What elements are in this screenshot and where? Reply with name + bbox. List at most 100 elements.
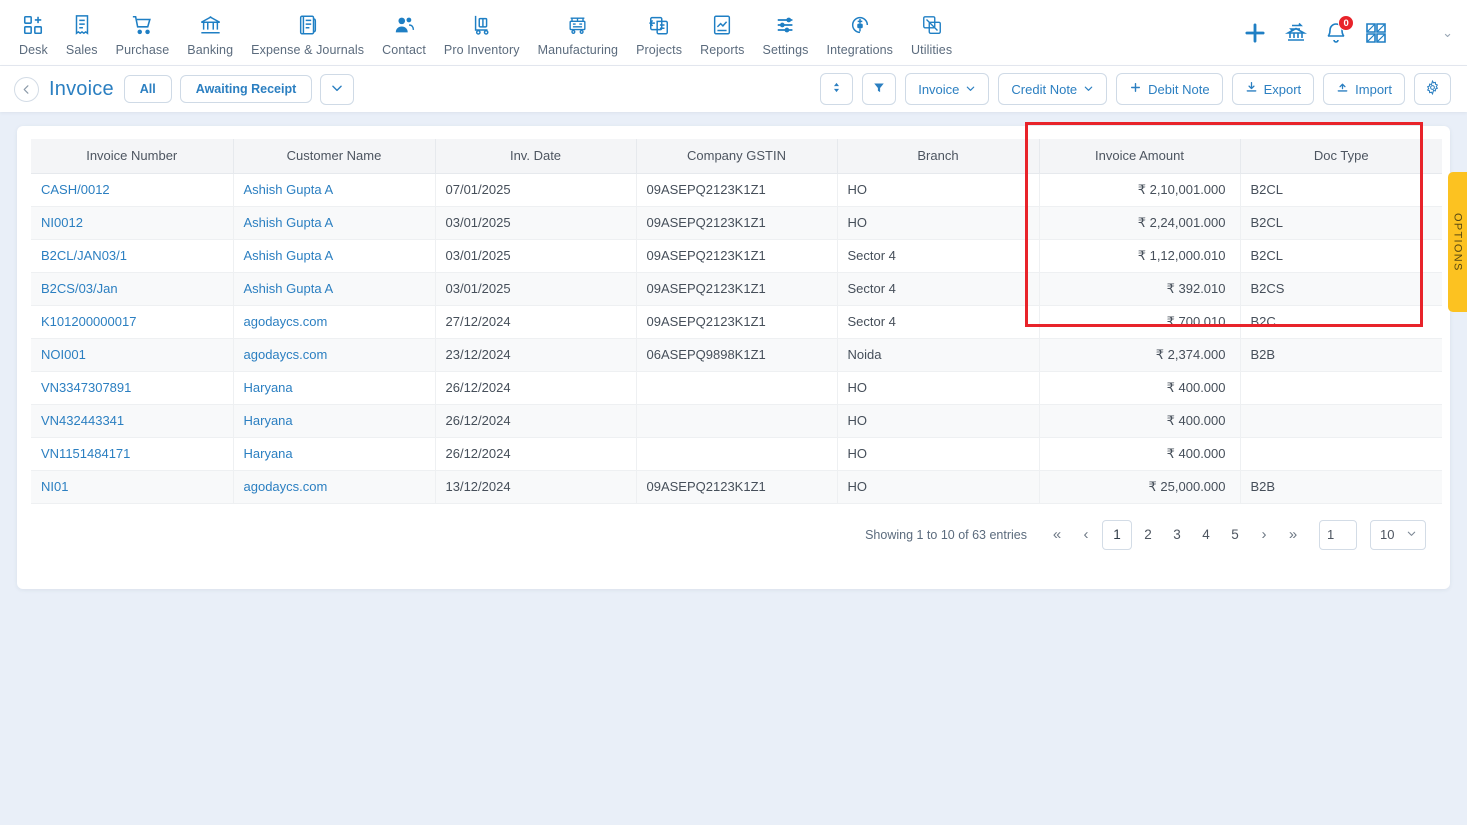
- table-row[interactable]: B2CS/03/Jan Ashish Gupta A 03/01/2025 09ASE…: [31, 272, 1442, 306]
- nav-module-integrations[interactable]: Integrations: [818, 8, 903, 57]
- column-header-invoice-number[interactable]: Invoice Number: [31, 139, 234, 174]
- cell-link[interactable]: CASH/0012: [41, 182, 110, 197]
- nav-module-expense-journals[interactable]: Expense & Journals: [242, 8, 373, 57]
- options-side-tab[interactable]: OPTIONS: [1448, 172, 1467, 312]
- table-row[interactable]: NI01 agodaycs.com 13/12/2024 09ASEPQ2123K1Z…: [31, 470, 1442, 504]
- customer-name-cell[interactable]: Haryana: [233, 371, 436, 405]
- column-header-doc-type[interactable]: Doc Type: [1240, 139, 1442, 174]
- cell-link[interactable]: K101200000017: [41, 314, 136, 329]
- customer-name-cell[interactable]: Ashish Gupta A: [233, 206, 436, 240]
- cell-link[interactable]: agodaycs.com: [244, 314, 328, 329]
- nav-module-manufacturing[interactable]: Manufacturing: [529, 8, 628, 57]
- column-header-invoice-amount[interactable]: Invoice Amount: [1039, 139, 1241, 174]
- nav-module-purchase[interactable]: Purchase: [107, 8, 179, 57]
- invoice-number-cell[interactable]: B2CS/03/Jan: [31, 272, 234, 306]
- customer-name-cell[interactable]: agodaycs.com: [233, 305, 436, 339]
- cell-link[interactable]: Haryana: [244, 380, 293, 395]
- invoice-number-cell[interactable]: NI01: [31, 470, 234, 504]
- filter-tab-all[interactable]: All: [123, 75, 172, 103]
- table-row[interactable]: VN432443341 Haryana 26/12/2024 HO ₹ 400.000: [31, 404, 1442, 438]
- table-row[interactable]: B2CL/JAN03/1 Ashish Gupta A 03/01/2025 09AS…: [31, 239, 1442, 273]
- nav-module-settings[interactable]: Settings: [754, 8, 818, 57]
- invoice-dropdown-button[interactable]: Invoice: [905, 73, 990, 105]
- nav-module-projects[interactable]: Projects: [627, 8, 691, 57]
- bell-icon[interactable]: 0: [1324, 15, 1355, 45]
- customer-name-cell[interactable]: Ashish Gupta A: [233, 272, 436, 306]
- filter-tabs-more-button[interactable]: [320, 73, 355, 105]
- nav-module-reports[interactable]: Reports: [691, 8, 753, 57]
- invoice-number-cell[interactable]: VN3347307891: [31, 371, 234, 405]
- cell-link[interactable]: Haryana: [244, 413, 293, 428]
- cell-link[interactable]: Ashish Gupta A: [244, 248, 334, 263]
- back-button[interactable]: [14, 76, 39, 102]
- filter-button[interactable]: [862, 73, 897, 105]
- pagination-page-1[interactable]: 1: [1102, 519, 1132, 550]
- export-button[interactable]: Export: [1231, 73, 1315, 105]
- table-row[interactable]: K101200000017 agodaycs.com 27/12/2024 09ASE…: [31, 305, 1442, 339]
- cell-link[interactable]: agodaycs.com: [244, 347, 328, 362]
- chevron-down-icon[interactable]: ⌄: [1442, 25, 1453, 41]
- cell-link[interactable]: VN1151484171: [41, 446, 130, 461]
- customer-name-cell[interactable]: agodaycs.com: [233, 470, 436, 504]
- pagination-page-3[interactable]: 3: [1164, 521, 1190, 549]
- pagination-last-button[interactable]: »: [1280, 521, 1306, 549]
- cell-link[interactable]: agodaycs.com: [244, 479, 328, 494]
- invoice-number-cell[interactable]: K101200000017: [31, 305, 234, 339]
- pagination-page-4[interactable]: 4: [1193, 521, 1219, 549]
- invoice-number-cell[interactable]: VN1151484171: [31, 437, 234, 471]
- cell-link[interactable]: Ashish Gupta A: [244, 281, 334, 296]
- cell-link[interactable]: B2CL/JAN03/1: [41, 248, 127, 263]
- nav-module-banking[interactable]: Banking: [178, 8, 242, 57]
- cell-link[interactable]: Ashish Gupta A: [244, 182, 334, 197]
- cell-link[interactable]: Haryana: [244, 446, 293, 461]
- cell-link[interactable]: VN3347307891: [41, 380, 131, 395]
- table-row[interactable]: CASH/0012 Ashish Gupta A 07/01/2025 09ASEPQ…: [31, 173, 1442, 207]
- filter-tab-awaiting-receipt[interactable]: Awaiting Receipt: [179, 75, 313, 103]
- nav-module-contact[interactable]: Contact: [373, 8, 435, 57]
- invoice-number-cell[interactable]: CASH/0012: [31, 173, 234, 207]
- nav-module-pro-inventory[interactable]: Pro Inventory: [435, 8, 529, 57]
- cell-link[interactable]: Ashish Gupta A: [244, 215, 334, 230]
- pagination-goto-input[interactable]: [1319, 519, 1357, 550]
- nav-module-sales[interactable]: Sales: [57, 8, 107, 57]
- column-header-customer-name[interactable]: Customer Name: [233, 139, 436, 174]
- bank-transfer-icon[interactable]: [1284, 21, 1308, 45]
- customer-name-cell[interactable]: agodaycs.com: [233, 338, 436, 372]
- pagination-first-button[interactable]: «: [1044, 521, 1070, 549]
- import-button[interactable]: Import: [1323, 73, 1405, 105]
- company-gstin-cell: 09ASEPQ2123K1Z1: [636, 272, 838, 306]
- table-row[interactable]: NI0012 Ashish Gupta A 03/01/2025 09ASEPQ212…: [31, 206, 1442, 240]
- nav-module-desk[interactable]: Desk: [10, 8, 57, 57]
- pagination-page-5[interactable]: 5: [1222, 521, 1248, 549]
- credit-note-dropdown-button[interactable]: Credit Note: [998, 73, 1108, 105]
- customer-name-cell[interactable]: Ashish Gupta A: [233, 173, 436, 207]
- add-plus-icon[interactable]: [1242, 20, 1268, 46]
- page-size-select[interactable]: 10: [1370, 519, 1426, 550]
- table-row[interactable]: VN1151484171 Haryana 26/12/2024 HO ₹ 400.000: [31, 437, 1442, 471]
- cell-link[interactable]: NI01: [41, 479, 68, 494]
- invoice-number-cell[interactable]: VN432443341: [31, 404, 234, 438]
- nav-module-utilities[interactable]: Utilities: [902, 8, 961, 57]
- invoice-number-cell[interactable]: NI0012: [31, 206, 234, 240]
- customer-name-cell[interactable]: Haryana: [233, 404, 436, 438]
- sort-button[interactable]: [820, 73, 854, 105]
- invoice-number-cell[interactable]: NOI001: [31, 338, 234, 372]
- pagination-page-2[interactable]: 2: [1135, 521, 1161, 549]
- column-header-inv-date[interactable]: Inv. Date: [435, 139, 637, 174]
- cell-link[interactable]: B2CS/03/Jan: [41, 281, 118, 296]
- table-row[interactable]: VN3347307891 Haryana 26/12/2024 HO ₹ 400.000: [31, 371, 1442, 405]
- pagination-prev-button[interactable]: ‹: [1073, 521, 1099, 549]
- column-header-company-gstin[interactable]: Company GSTIN: [636, 139, 838, 174]
- table-row[interactable]: NOI001 agodaycs.com 23/12/2024 06ASEPQ9898K…: [31, 338, 1442, 372]
- settings-button[interactable]: [1414, 73, 1451, 105]
- cell-link[interactable]: NI0012: [41, 215, 83, 230]
- cell-link[interactable]: NOI001: [41, 347, 86, 362]
- pagination-next-button[interactable]: ›: [1251, 521, 1277, 549]
- debit-note-button[interactable]: Debit Note: [1116, 73, 1223, 105]
- customer-name-cell[interactable]: Haryana: [233, 437, 436, 471]
- column-header-branch[interactable]: Branch: [837, 139, 1040, 174]
- cell-link[interactable]: VN432443341: [41, 413, 124, 428]
- invoice-number-cell[interactable]: B2CL/JAN03/1: [31, 239, 234, 273]
- customer-name-cell[interactable]: Ashish Gupta A: [233, 239, 436, 273]
- apps-grid-icon[interactable]: [1364, 21, 1388, 45]
